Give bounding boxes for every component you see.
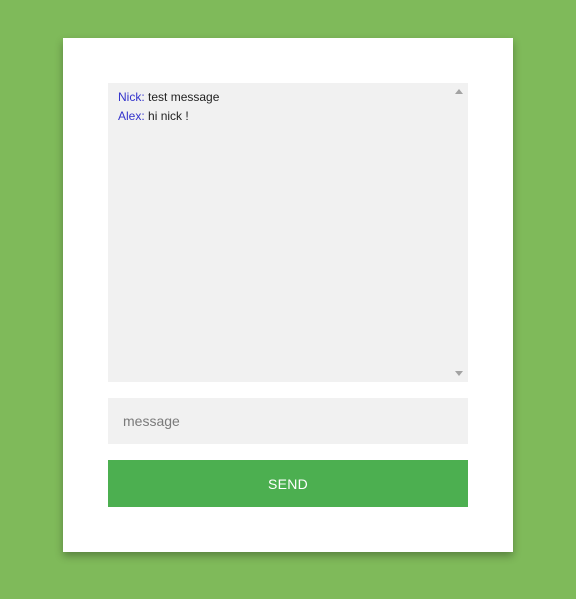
chat-log[interactable]: Nick: test message Alex: hi nick !: [108, 83, 468, 382]
message-author: Nick:: [118, 90, 145, 104]
scroll-up-arrow-icon[interactable]: [455, 89, 463, 94]
message-input[interactable]: [108, 398, 468, 444]
chat-message: Nick: test message: [118, 88, 448, 107]
send-button[interactable]: SEND: [108, 460, 468, 507]
chat-card: Nick: test message Alex: hi nick ! SEND: [63, 38, 513, 552]
message-text: hi nick !: [148, 109, 189, 123]
message-text: test message: [148, 90, 220, 104]
chat-message: Alex: hi nick !: [118, 107, 448, 126]
scroll-down-arrow-icon[interactable]: [455, 371, 463, 376]
message-author: Alex:: [118, 109, 145, 123]
